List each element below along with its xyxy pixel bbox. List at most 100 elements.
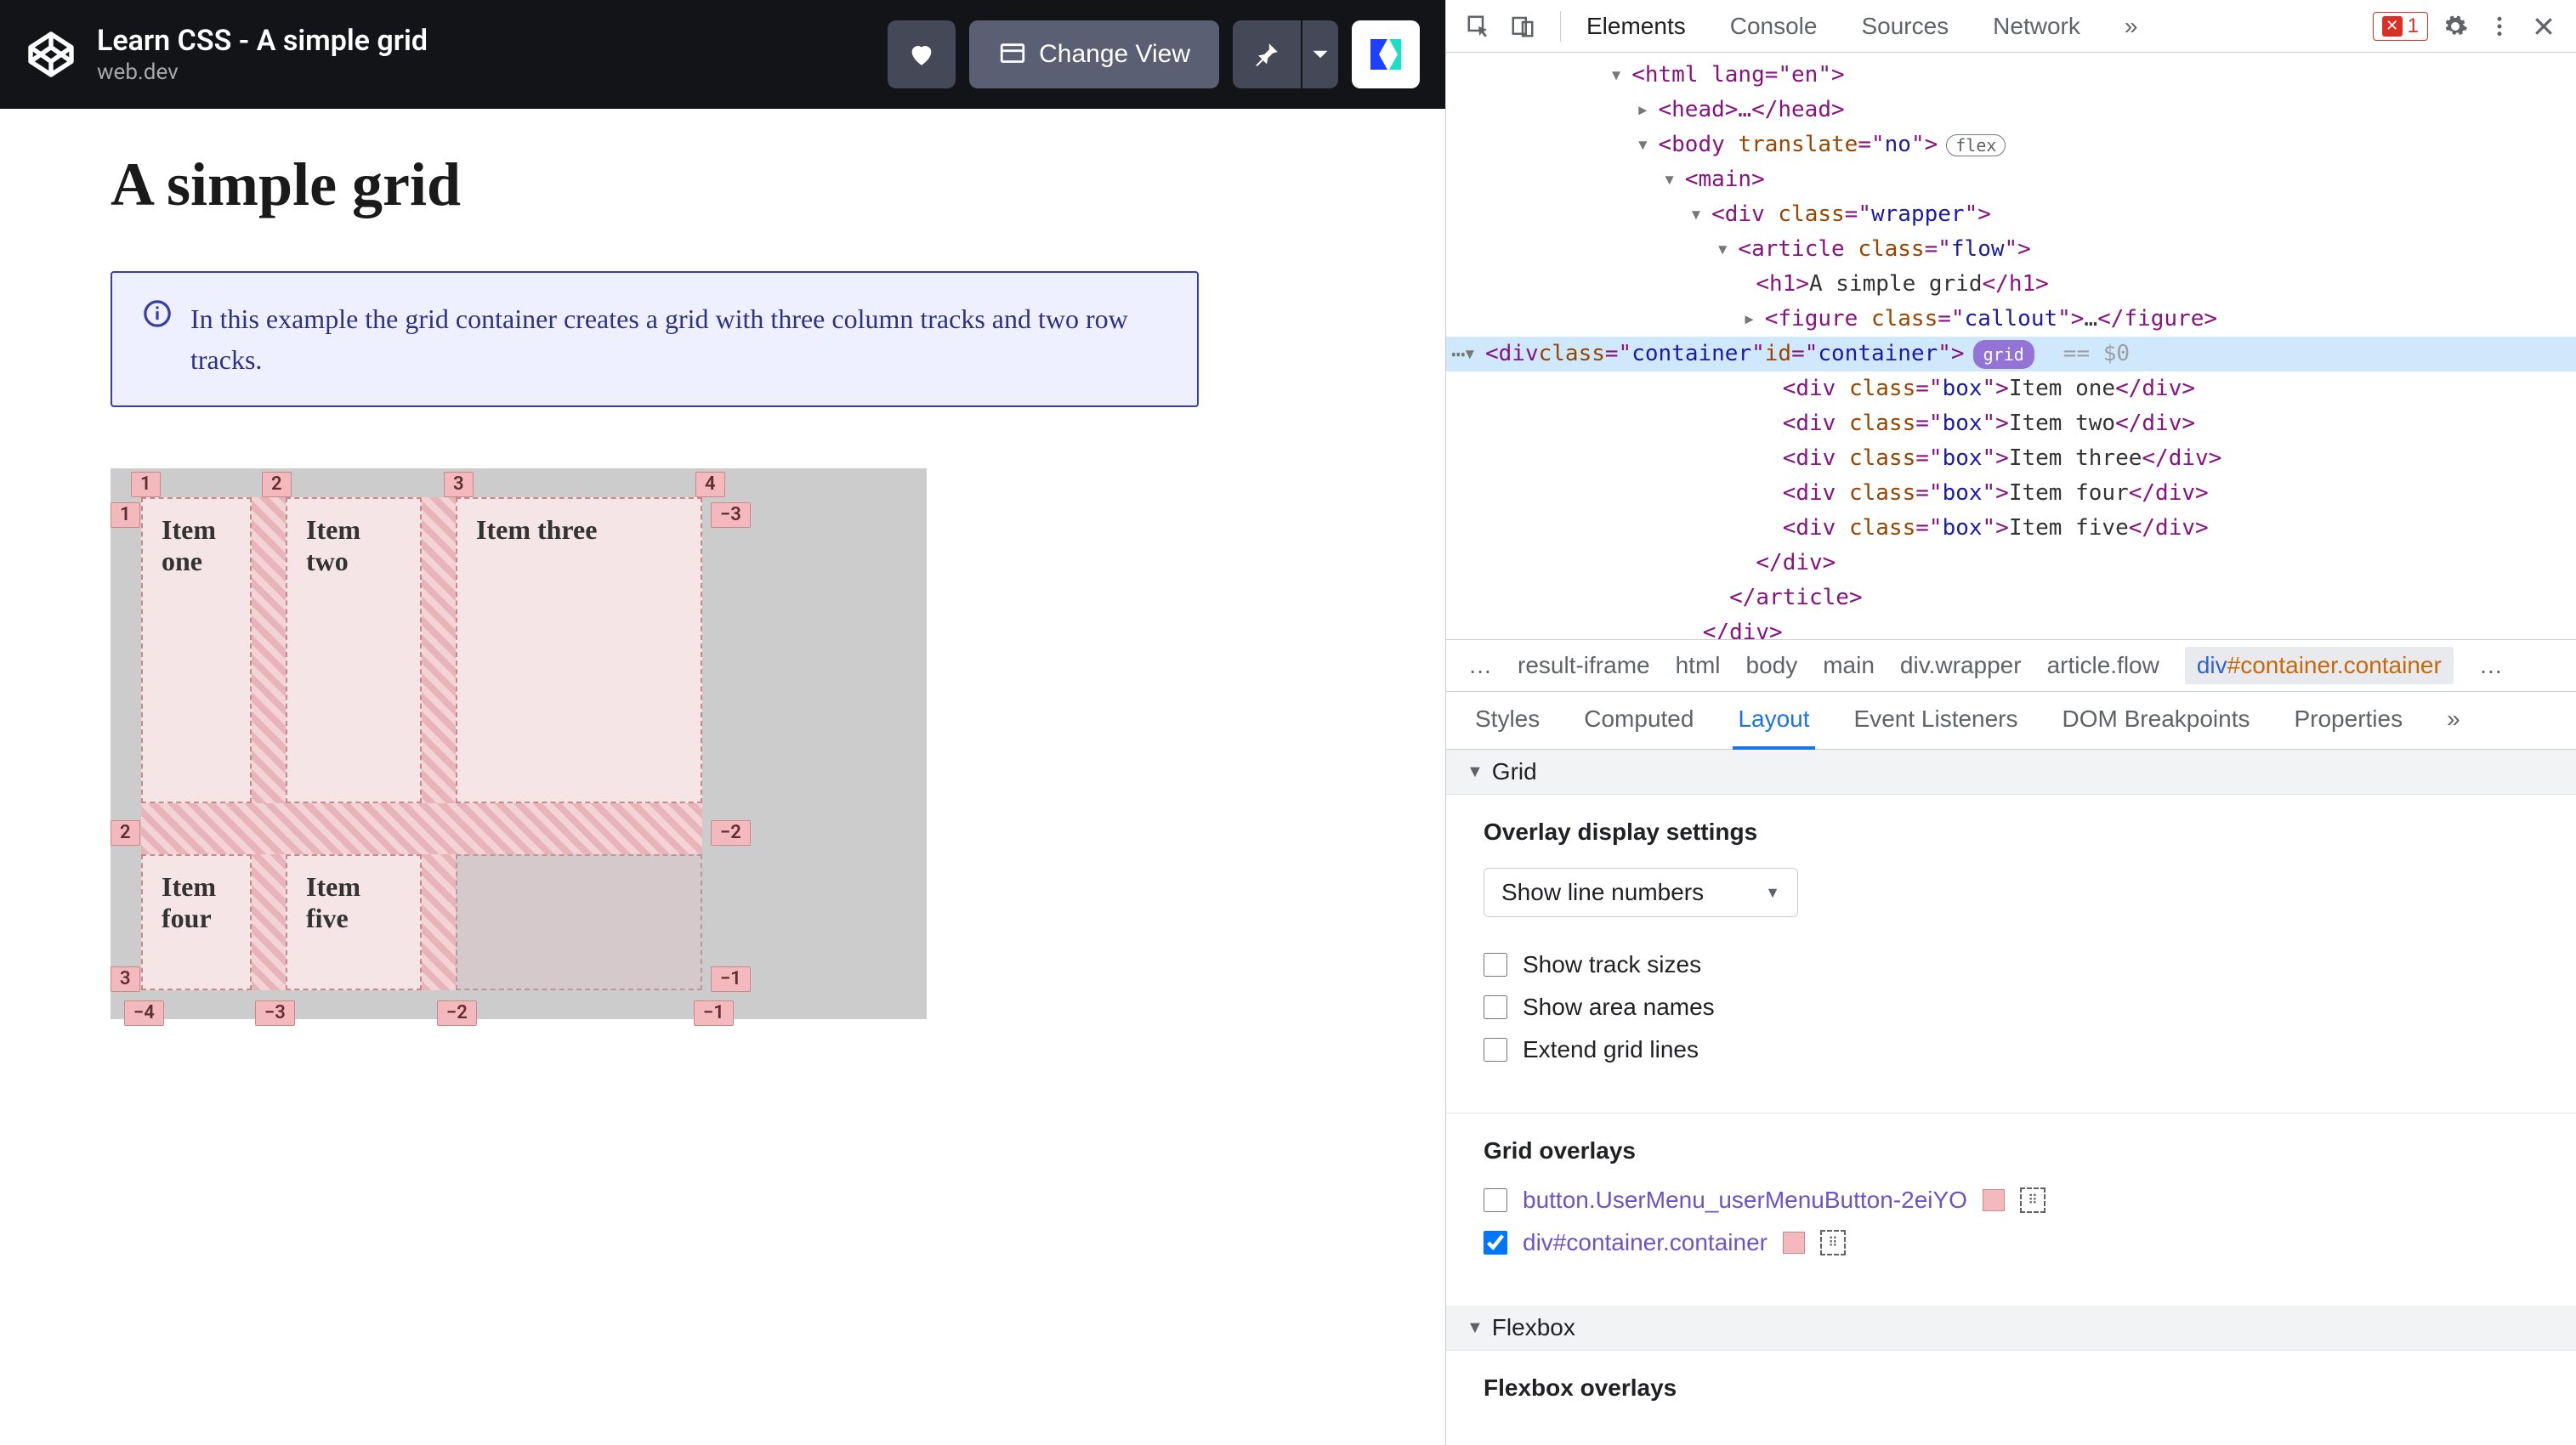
device-icon[interactable]	[1506, 9, 1540, 43]
dom-line[interactable]: <div class="box">Item five</div>	[1446, 511, 2576, 546]
change-view-button[interactable]: Change View	[969, 20, 1219, 88]
dom-line[interactable]: ▾<html lang="en">	[1446, 58, 2576, 93]
grid-gap-row-1	[141, 803, 702, 854]
heart-button[interactable]	[888, 20, 956, 88]
crumb-ellipsis-right[interactable]: …	[2479, 652, 2503, 679]
breadcrumb[interactable]: … result-iframe html body main div.wrapp…	[1446, 639, 2576, 692]
close-icon[interactable]	[2527, 9, 2561, 43]
dom-gutter-icon[interactable]: ⋯	[1451, 337, 1466, 372]
dom-line[interactable]: </div>	[1446, 615, 2576, 639]
callout-text: In this example the grid container creat…	[190, 298, 1166, 380]
flexbox-section-header[interactable]: ▼Flexbox	[1446, 1306, 2576, 1351]
dom-line[interactable]: ▾<main>	[1446, 162, 2576, 197]
inspect-icon[interactable]	[1461, 9, 1495, 43]
devtools-panel: Elements Console Sources Network » ✕1 ▾<…	[1445, 0, 2576, 1445]
dom-line-selected[interactable]: ⋯ ▾<div class="container" id="container"…	[1446, 337, 2576, 371]
disclosure-icon: ▼	[1467, 1318, 1484, 1338]
subtab-styles[interactable]: Styles	[1470, 692, 1545, 750]
crumb-ellipsis-left[interactable]: …	[1468, 652, 1492, 679]
grid-line-col-2: 2	[262, 472, 292, 497]
codepen-logo[interactable]	[26, 29, 77, 80]
line-numbers-dropdown[interactable]: Show line numbers▼	[1484, 868, 1798, 917]
color-swatch[interactable]	[1783, 1232, 1805, 1254]
grid-section-body: Overlay display settings Show line numbe…	[1446, 795, 2576, 1113]
crumb-article[interactable]: article.flow	[2047, 652, 2159, 679]
dom-line[interactable]: <div class="box">Item four</div>	[1446, 476, 2576, 511]
crumb-selected[interactable]: div#container.container	[2185, 647, 2454, 684]
error-x-icon: ✕	[2382, 16, 2403, 37]
subtab-dom-breakpoints[interactable]: DOM Breakpoints	[2057, 692, 2255, 750]
tab-network[interactable]: Network	[1988, 3, 2085, 50]
dom-line[interactable]: ▸<figure class="callout">…</figure>	[1446, 302, 2576, 337]
chevron-down-icon: ▼	[1765, 884, 1780, 902]
grid-line-col-n2: −2	[437, 1000, 477, 1026]
toolbar-sep	[1560, 11, 1561, 42]
subtab-properties[interactable]: Properties	[2289, 692, 2408, 750]
crumb-wrapper[interactable]: div.wrapper	[1900, 652, 2022, 679]
tab-console[interactable]: Console	[1725, 3, 1823, 50]
dom-line[interactable]: </article>	[1446, 581, 2576, 615]
dom-line[interactable]: ▸<head>…</head>	[1446, 93, 2576, 128]
dom-line[interactable]: ▾<div class="wrapper">	[1446, 197, 2576, 232]
dom-line[interactable]: ▾<article class="flow">	[1446, 232, 2576, 267]
tabs-overflow[interactable]: »	[2119, 3, 2143, 50]
change-view-label: Change View	[1039, 40, 1190, 69]
color-swatch[interactable]	[1983, 1189, 2005, 1211]
settings-icon[interactable]	[2438, 9, 2472, 43]
pin-button[interactable]	[1233, 20, 1301, 88]
external-logo-button[interactable]	[1352, 20, 1420, 88]
show-area-names-row[interactable]: Show area names	[1484, 994, 2539, 1021]
tab-sources[interactable]: Sources	[1856, 3, 1954, 50]
grid-line-col-n4: −4	[124, 1000, 164, 1026]
grid-overlay-2-link[interactable]: div#container.container	[1523, 1229, 1767, 1256]
grid-container: Item one Item two Item three Item four I…	[141, 497, 709, 990]
flex-badge[interactable]: flex	[1946, 134, 2006, 156]
subtab-computed[interactable]: Computed	[1579, 692, 1699, 750]
crumb-html[interactable]: html	[1676, 652, 1721, 679]
extend-grid-lines-checkbox[interactable]	[1484, 1038, 1507, 1062]
tab-elements[interactable]: Elements	[1581, 3, 1691, 50]
grid-line-row-n1: −1	[711, 966, 751, 992]
grid-item-1: Item one	[141, 497, 252, 803]
subtab-layout[interactable]: Layout	[1733, 692, 1814, 750]
error-badge[interactable]: ✕1	[2373, 12, 2428, 41]
dom-line[interactable]: </div>	[1446, 546, 2576, 581]
grid-item-empty	[456, 854, 702, 990]
dom-line[interactable]: <h1>A simple grid</h1>	[1446, 267, 2576, 302]
grid-overlay-1-link[interactable]: button.UserMenu_userMenuButton-2eiYO	[1523, 1187, 1967, 1214]
show-track-sizes-checkbox[interactable]	[1484, 953, 1507, 977]
crumb-main[interactable]: main	[1823, 652, 1875, 679]
pin-caret-button[interactable]	[1302, 20, 1338, 88]
grid-badge[interactable]: grid	[1973, 340, 2034, 369]
dom-tree[interactable]: ▾<html lang="en"> ▸<head>…</head> ▾<body…	[1446, 53, 2576, 639]
kebab-icon[interactable]	[2482, 9, 2516, 43]
grid-overlay-1-checkbox[interactable]	[1484, 1188, 1507, 1212]
grid-line-row-n3: −3	[711, 502, 751, 528]
extend-grid-lines-row[interactable]: Extend grid lines	[1484, 1036, 2539, 1063]
grid-line-row-2: 2	[111, 820, 140, 846]
dom-line[interactable]: <div class="box">Item three</div>	[1446, 441, 2576, 476]
dom-line[interactable]: ▾<body translate="no">flex	[1446, 128, 2576, 162]
dashed-box-icon[interactable]: ⠿	[2020, 1187, 2045, 1213]
styles-subtabs: Styles Computed Layout Event Listeners D…	[1446, 692, 2576, 750]
devtools-tabs: Elements Console Sources Network »	[1581, 3, 2363, 50]
grid-overlay-row-1: button.UserMenu_userMenuButton-2eiYO ⠿	[1484, 1187, 2539, 1214]
grid-item-4: Item four	[141, 854, 252, 990]
subtab-event-listeners[interactable]: Event Listeners	[1849, 692, 2023, 750]
show-track-sizes-row[interactable]: Show track sizes	[1484, 951, 2539, 978]
grid-section-header[interactable]: ▼Grid	[1446, 750, 2576, 795]
grid-item-2: Item two	[286, 497, 422, 803]
layout-panel[interactable]: ▼Grid Overlay display settings Show line…	[1446, 750, 2576, 1445]
dom-line[interactable]: <div class="box">Item one</div>	[1446, 371, 2576, 406]
flexbox-section-body: Flexbox overlays	[1446, 1351, 2576, 1445]
show-area-names-checkbox[interactable]	[1484, 995, 1507, 1019]
page-heading: A simple grid	[111, 150, 1335, 220]
crumb-body[interactable]: body	[1746, 652, 1798, 679]
dom-line[interactable]: <div class="box">Item two</div>	[1446, 406, 2576, 441]
grid-item-3: Item three	[456, 497, 702, 803]
crumb-iframe[interactable]: result-iframe	[1518, 652, 1650, 679]
grid-overlays-body: Grid overlays button.UserMenu_userMenuBu…	[1446, 1113, 2576, 1306]
dashed-box-icon[interactable]: ⠿	[1820, 1230, 1846, 1255]
grid-overlay-2-checkbox[interactable]	[1484, 1231, 1507, 1255]
subtab-overflow[interactable]: »	[2442, 692, 2465, 750]
